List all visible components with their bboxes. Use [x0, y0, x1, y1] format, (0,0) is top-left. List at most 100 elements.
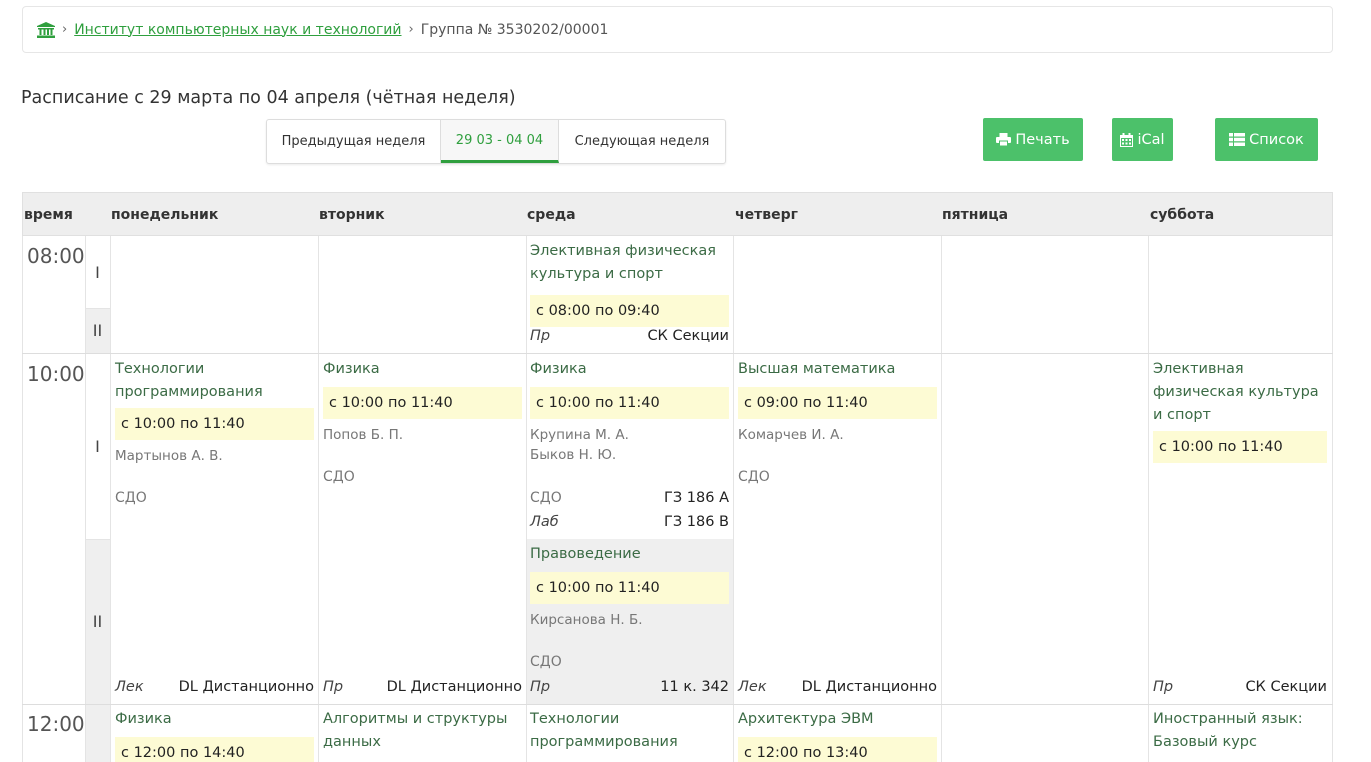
- lesson-subject: Физика: [323, 361, 380, 377]
- lesson-card[interactable]: Алгоритмы и структуры данных: [323, 708, 522, 754]
- calendar-icon: [1120, 132, 1134, 147]
- time-label: 12:00: [27, 712, 85, 736]
- lesson-subject: Иностранный язык: Базовый курс: [1153, 711, 1303, 750]
- pair-label: I: [85, 353, 110, 539]
- print-label: Печать: [1015, 131, 1070, 148]
- chevron-right-icon: ›: [408, 22, 414, 37]
- lesson-footer: Лек DL Дистанционно: [738, 679, 937, 695]
- time-label: 08:00: [27, 244, 85, 268]
- lesson-time: с 10:00 по 11:40: [1153, 431, 1327, 463]
- lesson-mode: СДО: [115, 490, 147, 506]
- chevron-right-icon: ›: [62, 22, 68, 37]
- lesson-card[interactable]: Физика с 12:00 по 14:40: [115, 708, 314, 762]
- lesson-type: Пр: [530, 328, 551, 344]
- lesson-subject: Элективная физическая культура и спорт: [530, 243, 716, 282]
- lesson-subject: Элективная физическая культура и спорт: [1153, 361, 1319, 423]
- lesson-place: 11 к. 342: [660, 679, 729, 695]
- lesson-mode: СДО: [323, 469, 355, 485]
- lesson-place: ГЗ 186 В: [664, 514, 729, 530]
- header-monday: понедельник: [111, 207, 219, 223]
- lesson-subject: Высшая математика: [738, 361, 896, 377]
- lesson-card[interactable]: Технологии программирования: [530, 708, 729, 754]
- pair-label: II: [85, 308, 110, 353]
- schedule-table: время понедельник вторник среда четверг …: [22, 192, 1333, 762]
- breadcrumb-institute-link[interactable]: Институт компьютерных наук и технологий: [74, 22, 401, 38]
- header-time: время: [24, 207, 73, 223]
- lesson-mode: СДО: [530, 490, 562, 506]
- lesson-time: с 10:00 по 11:40: [115, 408, 314, 440]
- pair-label: II: [85, 539, 110, 704]
- lesson-subject: Технологии программирования: [115, 361, 263, 400]
- lesson-card[interactable]: Архитектура ЭВМ с 12:00 по 13:40: [738, 708, 937, 762]
- prev-week-button[interactable]: Предыдущая неделя: [267, 120, 441, 163]
- lesson-place: СК Секции: [1245, 679, 1327, 695]
- print-icon: [996, 133, 1012, 146]
- lesson-mode: СДО: [530, 654, 562, 670]
- header-tuesday: вторник: [319, 207, 385, 223]
- list-button[interactable]: Список: [1215, 118, 1318, 161]
- week-nav: Предыдущая неделя 29 03 - 04 04 Следующа…: [266, 119, 726, 164]
- lesson-footer: Лек DL Дистанционно: [115, 679, 314, 695]
- lesson-type: Лек: [738, 679, 767, 695]
- lesson-type: Лаб: [530, 514, 559, 530]
- current-week-tab[interactable]: 29 03 - 04 04: [441, 120, 559, 163]
- time-label: 10:00: [27, 362, 85, 386]
- breadcrumb-group: Группа № 3530202/00001: [420, 21, 609, 38]
- lesson-card[interactable]: Элективная физическая культура и спорт с…: [530, 240, 729, 327]
- lesson-subject: Архитектура ЭВМ: [738, 711, 874, 727]
- print-button[interactable]: Печать: [983, 118, 1083, 161]
- page-title: Расписание с 29 марта по 04 апреля (чётн…: [21, 88, 516, 108]
- lesson-subject: Правоведение: [530, 546, 641, 562]
- lesson-teacher[interactable]: Мартынов А. В.: [115, 446, 314, 466]
- lesson-card[interactable]: Высшая математика с 09:00 по 11:40 Комар…: [738, 358, 937, 485]
- next-week-button[interactable]: Следующая неделя: [559, 120, 725, 163]
- lesson-footer: СДО ГЗ 186 А: [530, 490, 729, 506]
- lesson-time: с 10:00 по 11:40: [530, 387, 729, 419]
- lesson-time: с 08:00 по 09:40: [530, 295, 729, 327]
- lesson-subject: Технологии программирования: [530, 711, 678, 750]
- lesson-place: ГЗ 186 А: [664, 490, 729, 506]
- lesson-time: с 10:00 по 11:40: [530, 572, 729, 604]
- lesson-footer: Пр 11 к. 342: [530, 679, 729, 695]
- lesson-place: СК Секции: [647, 328, 729, 344]
- lesson-place: DL Дистанционно: [386, 679, 522, 695]
- lesson-footer: Пр DL Дистанционно: [323, 679, 522, 695]
- lesson-place: DL Дистанционно: [801, 679, 937, 695]
- header-friday: пятница: [942, 207, 1009, 223]
- lesson-card[interactable]: Элективная физическая культура и спорт с…: [1153, 358, 1327, 463]
- institution-icon[interactable]: [37, 21, 55, 38]
- lesson-subject: Алгоритмы и структуры данных: [323, 711, 508, 750]
- lesson-footer: Пр СК Секции: [1153, 679, 1327, 695]
- ical-button[interactable]: iCal: [1112, 118, 1173, 161]
- lesson-time: с 09:00 по 11:40: [738, 387, 937, 419]
- lesson-teacher[interactable]: Крупина М. А.: [530, 425, 729, 445]
- pair-cell-grey: [85, 704, 110, 762]
- lesson-card[interactable]: Технологии программирования с 10:00 по 1…: [115, 358, 314, 506]
- lesson-footer: Лаб ГЗ 186 В: [530, 514, 729, 530]
- lesson-teacher[interactable]: Попов Б. П.: [323, 425, 522, 445]
- list-label: Список: [1249, 131, 1304, 148]
- lesson-teacher[interactable]: Комарчев И. А.: [738, 425, 937, 445]
- lesson-card[interactable]: Физика с 10:00 по 11:40 Попов Б. П. СДО: [323, 358, 522, 485]
- lesson-card[interactable]: Иностранный язык: Базовый курс: [1153, 708, 1327, 754]
- lesson-type: Пр: [530, 679, 551, 695]
- lesson-teacher[interactable]: Кирсанова Н. Б.: [530, 610, 729, 630]
- lesson-place: DL Дистанционно: [178, 679, 314, 695]
- lesson-type: Пр: [1153, 679, 1174, 695]
- pair-label: I: [85, 236, 110, 308]
- lesson-footer: Пр СК Секции: [530, 328, 729, 344]
- breadcrumb: › Институт компьютерных наук и технологи…: [22, 6, 1333, 53]
- ical-label: iCal: [1137, 131, 1165, 148]
- header-wednesday: среда: [527, 207, 576, 223]
- table-header: время понедельник вторник среда четверг …: [22, 192, 1333, 236]
- lesson-card[interactable]: Правоведение с 10:00 по 11:40 Кирсанова …: [530, 543, 729, 670]
- lesson-card[interactable]: Физика с 10:00 по 11:40 Крупина М. А. Бы…: [530, 358, 729, 465]
- lesson-teacher[interactable]: Быков Н. Ю.: [530, 445, 729, 465]
- header-thursday: четверг: [735, 207, 798, 223]
- lesson-time: с 12:00 по 13:40: [738, 737, 937, 762]
- lesson-time: с 12:00 по 14:40: [115, 737, 314, 762]
- lesson-subject: Физика: [115, 711, 172, 727]
- header-saturday: суббота: [1150, 207, 1215, 223]
- lesson-mode: СДО: [738, 469, 770, 485]
- lesson-type: Пр: [323, 679, 344, 695]
